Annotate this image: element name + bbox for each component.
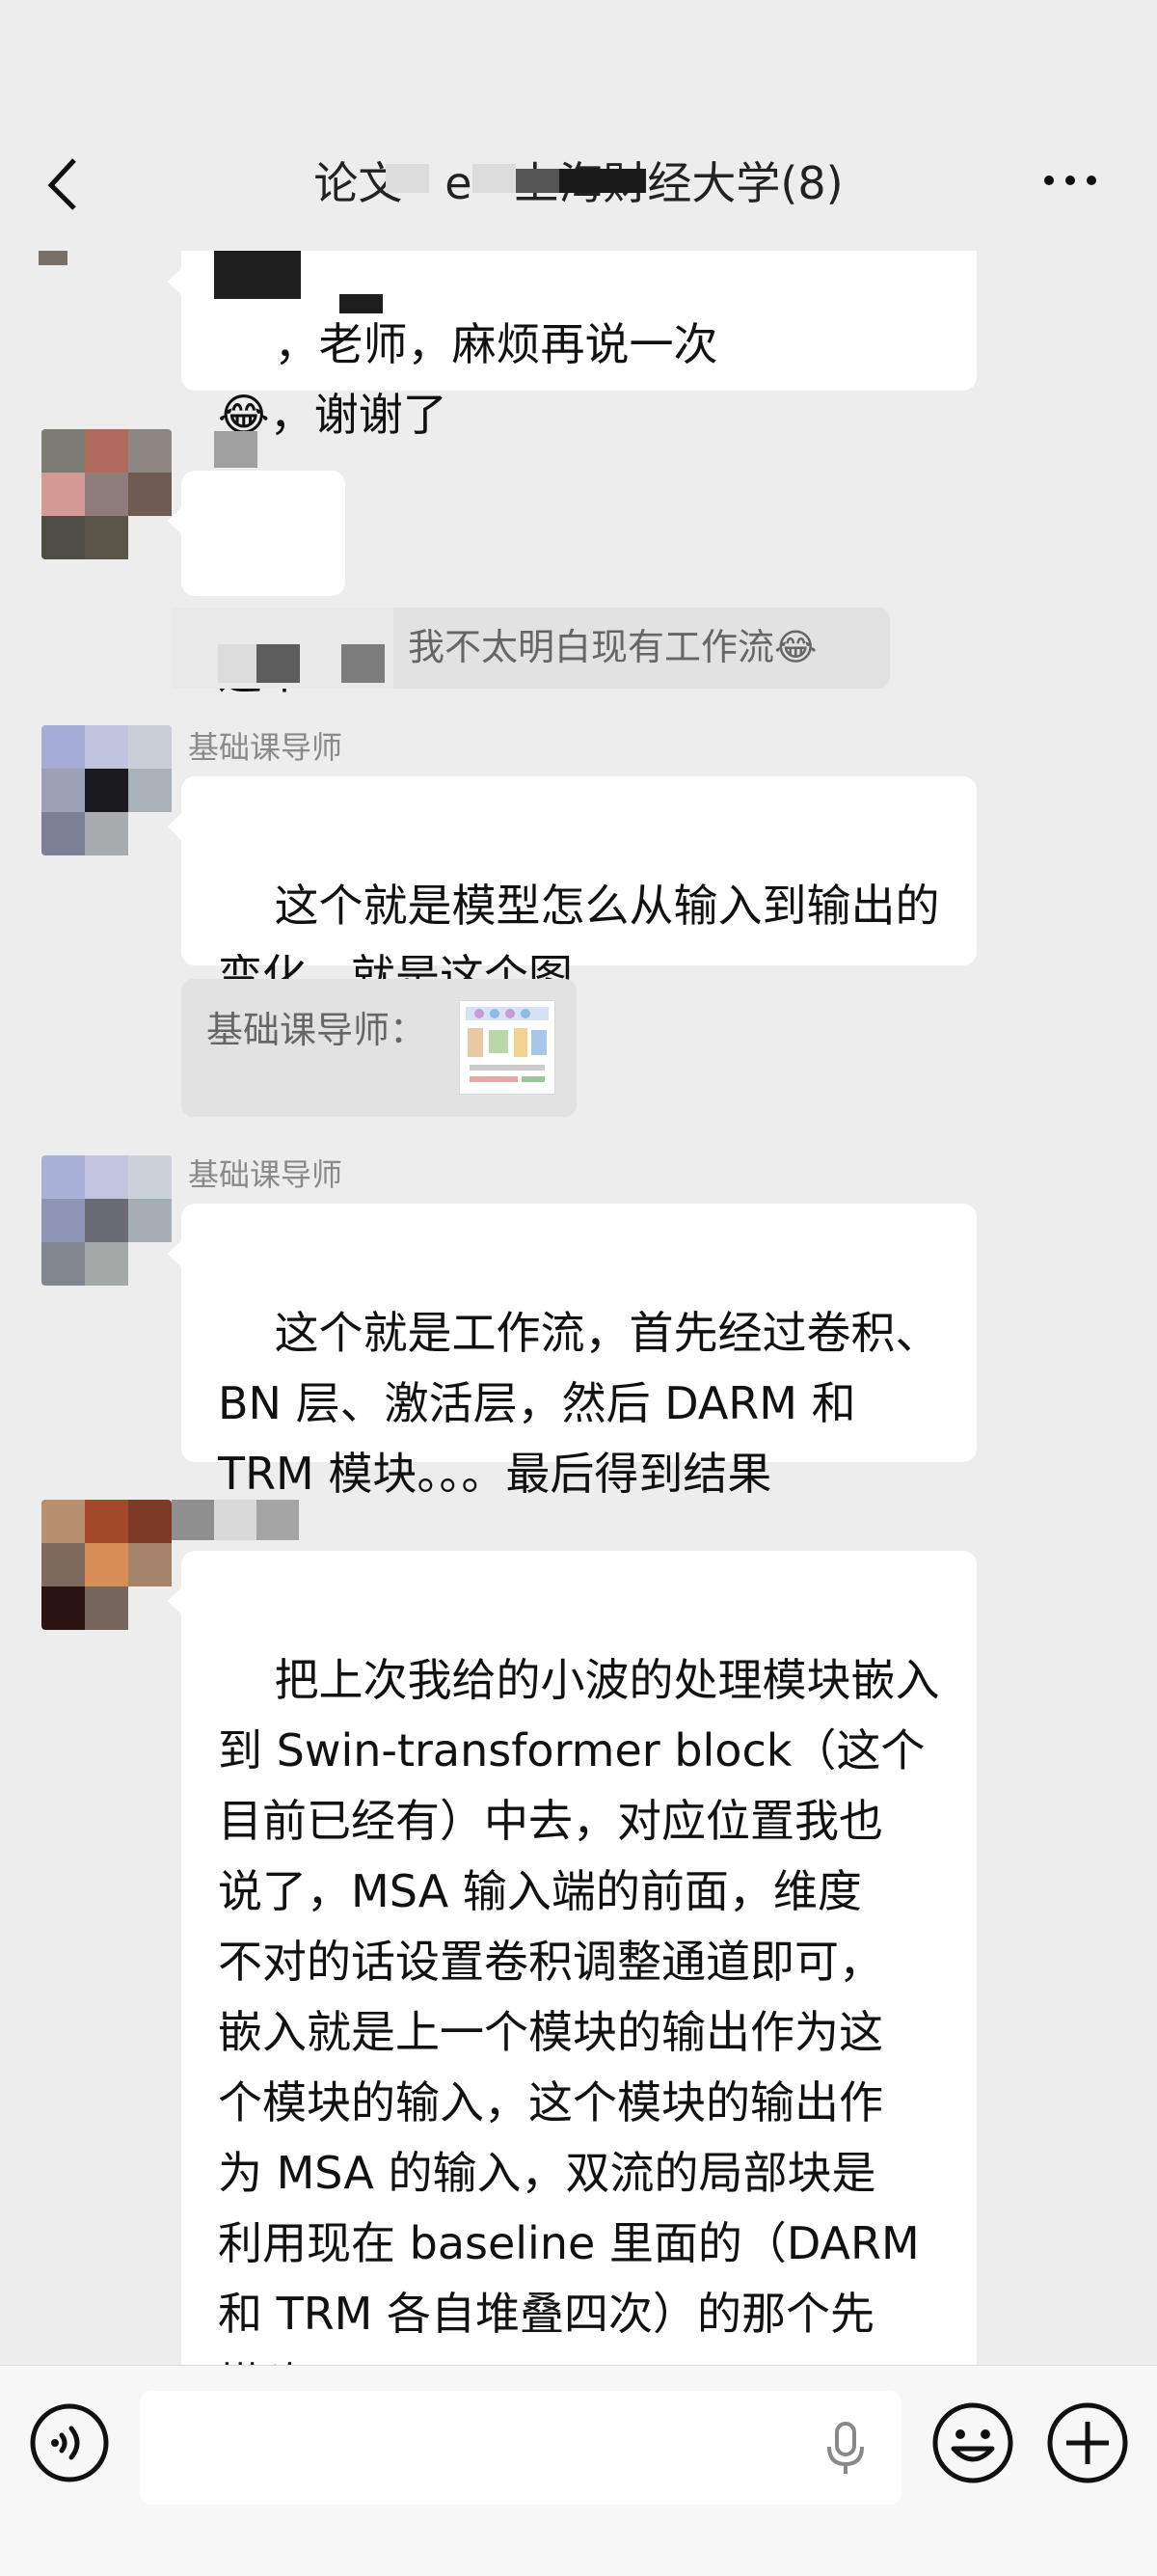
redacted-block bbox=[214, 251, 301, 299]
message-bubble[interactable]: 这个就是模型怎么从输入到输出的 变化，就是这个图 bbox=[168, 776, 977, 1002]
message-text: 这个就是工作流，首先经过卷积、 BN 层、激活层，然后 DARM 和 TRM 模… bbox=[218, 1307, 940, 1500]
sender-name: 基础课导师 bbox=[188, 729, 343, 766]
redacted-block bbox=[341, 644, 385, 683]
back-arrow-icon[interactable] bbox=[43, 154, 92, 212]
title-redaction bbox=[516, 169, 559, 193]
sender-name-redacted bbox=[172, 1500, 214, 1540]
chat-header: 论文 · e · 上海财经大学(8) bbox=[0, 0, 1157, 251]
avatar[interactable] bbox=[41, 429, 172, 559]
emoji-icon[interactable] bbox=[930, 2400, 1015, 2489]
more-dots-icon[interactable] bbox=[1041, 169, 1099, 192]
quoted-image-message[interactable]: 基础课导师： bbox=[181, 979, 577, 1117]
sender-name-redacted bbox=[256, 1500, 299, 1540]
quoted-message[interactable]: 我不太明白现有工作流😂 bbox=[172, 608, 890, 689]
message-bubble[interactable]: 把上次我给的小波的处理模块嵌入 到 Swin-transformer block… bbox=[168, 1551, 977, 2365]
avatar[interactable] bbox=[41, 1155, 172, 1286]
message-bubble[interactable]: 这个就是工作流，首先经过卷积、 BN 层、激活层，然后 DARM 和 TRM 模… bbox=[168, 1204, 977, 1500]
redacted-block bbox=[218, 644, 256, 683]
avatar[interactable] bbox=[41, 1500, 172, 1630]
voice-mode-icon[interactable] bbox=[29, 2402, 110, 2487]
input-bar bbox=[0, 2365, 1157, 2576]
redacted-block bbox=[339, 294, 383, 313]
title-redaction bbox=[386, 164, 429, 193]
title-redaction bbox=[559, 169, 646, 193]
message-bubble[interactable]: 这个 bbox=[168, 471, 345, 699]
message-text: ，老师，麻烦再说一次 😂，谢谢了 bbox=[218, 318, 718, 441]
sender-name: 基础课导师 bbox=[188, 1156, 343, 1193]
sender-name-redacted bbox=[214, 431, 257, 468]
redacted-block bbox=[256, 644, 300, 683]
title-redaction bbox=[472, 164, 516, 193]
avatar[interactable] bbox=[41, 725, 172, 855]
diagram-thumbnail-image bbox=[466, 1007, 549, 1082]
message-input[interactable] bbox=[140, 2391, 901, 2505]
quote-label: 基础课导师： bbox=[206, 1009, 427, 1051]
diagram-thumbnail[interactable] bbox=[459, 1000, 555, 1095]
chat-area[interactable]: ，老师，麻烦再说一次 😂，谢谢了 这个 我不太明白现有工作流😂 bbox=[0, 0, 1157, 2365]
message-text: 把上次我给的小波的处理模块嵌入 到 Swin-transformer block… bbox=[218, 1654, 940, 2365]
plus-icon[interactable] bbox=[1045, 2400, 1130, 2489]
sender-name-redacted bbox=[214, 1500, 256, 1540]
microphone-icon[interactable] bbox=[824, 2420, 867, 2481]
quote-text: 我不太明白现有工作流😂 bbox=[408, 626, 818, 668]
